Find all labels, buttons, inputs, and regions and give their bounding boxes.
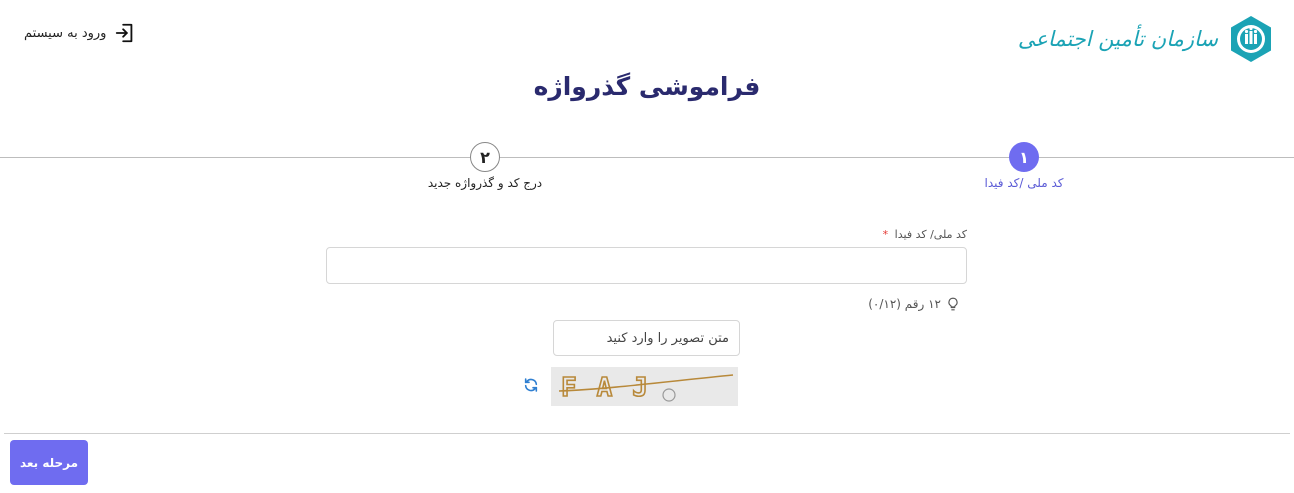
- digits-hint: ۱۲ رقم (۰/۱۲): [868, 297, 960, 311]
- captcha-input[interactable]: [553, 320, 740, 356]
- logo-text: سازمان تأمین اجتماعی: [1017, 27, 1218, 51]
- lightbulb-icon: [948, 297, 958, 311]
- step-1-label: کد ملی /کد فیدا: [984, 176, 1064, 190]
- step-1-number: ۱: [1009, 142, 1039, 172]
- brand-logo: سازمان تأمین اجتماعی: [1018, 14, 1276, 64]
- national-code-input[interactable]: [326, 247, 967, 284]
- step-national-code: ۱ کد ملی /کد فیدا: [924, 142, 1124, 190]
- national-code-label: کد ملی/ کد فیدا *: [883, 228, 967, 241]
- national-code-label-text: کد ملی/ کد فیدا: [894, 228, 967, 241]
- login-link[interactable]: ورود به سیستم: [24, 22, 136, 44]
- page-title: فراموشی گذرواژه: [533, 72, 761, 101]
- ssa-logo-icon: [1231, 16, 1271, 62]
- login-icon: [116, 23, 133, 43]
- step-2-label: درج کد و گذرواژه جدید: [427, 176, 543, 190]
- refresh-captcha-icon[interactable]: [523, 377, 539, 393]
- step-2-number: ۲: [470, 142, 500, 172]
- login-label: ورود به سیستم: [24, 25, 107, 41]
- required-mark: *: [882, 228, 889, 241]
- captcha-image: FAJ: [551, 367, 738, 406]
- step-new-password: ۲ درج کد و گذرواژه جدید: [385, 142, 585, 190]
- captcha-text: FAJ: [561, 373, 668, 403]
- digits-hint-text: ۱۲ رقم (۰/۱۲): [868, 297, 941, 311]
- next-step-button[interactable]: مرحله بعد: [10, 440, 88, 485]
- footer-divider: [4, 433, 1290, 434]
